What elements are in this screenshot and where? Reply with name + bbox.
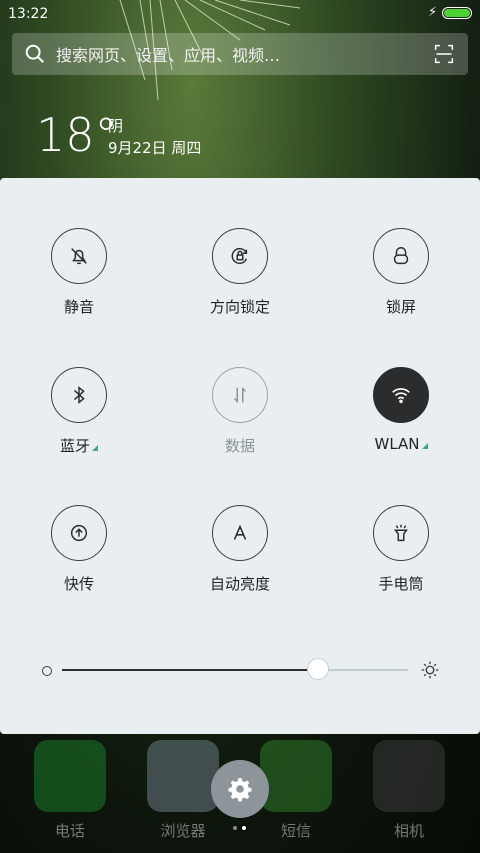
app-phone[interactable]: 电话 [30, 740, 110, 841]
app-sms-label: 短信 [280, 822, 311, 840]
tile-mute[interactable]: 静音 [24, 228, 134, 317]
tile-auto-brightness-button[interactable] [212, 505, 268, 561]
scan-icon[interactable] [434, 44, 454, 64]
tile-lock-screen-label: 锁屏 [385, 298, 416, 316]
brightness-slider-fill [62, 669, 319, 671]
tile-lock-screen-button[interactable] [373, 228, 429, 284]
message-icon[interactable] [260, 740, 332, 812]
gear-icon [228, 778, 252, 802]
transfer-icon [70, 524, 88, 542]
search-icon [25, 44, 44, 63]
tile-rotation-lock-button[interactable] [212, 228, 268, 284]
app-browser-label: 浏览器 [160, 822, 206, 840]
page-indicator [233, 826, 247, 830]
battery-icon [442, 7, 472, 19]
tile-wlan-button[interactable] [373, 367, 429, 423]
battery-fill [444, 9, 470, 17]
weather-condition: 阴 [108, 117, 124, 135]
tile-transfer-button[interactable] [51, 505, 107, 561]
tile-mobile-data-label: 数据 [224, 437, 255, 455]
search-bar[interactable]: 搜索网页、设置、应用、视频… [12, 33, 468, 75]
camera-icon[interactable] [373, 740, 445, 812]
weather-temperature: 18° [36, 108, 118, 162]
flashlight-icon [394, 524, 408, 542]
settings-button[interactable] [211, 760, 269, 818]
quick-settings-panel: 静音 方向锁定 锁屏 蓝牙 数据 WLAN 快传 自动亮度 手电筒 [0, 178, 480, 734]
tile-flashlight[interactable]: 手电筒 [346, 505, 456, 594]
tile-transfer-label: 快传 [63, 575, 94, 593]
lock-icon [393, 247, 409, 265]
tile-transfer[interactable]: 快传 [24, 505, 134, 594]
auto-brightness-icon [233, 524, 247, 540]
tile-bluetooth-button[interactable] [51, 367, 107, 423]
rotation-lock-icon [231, 247, 248, 265]
bell-off-icon [71, 248, 87, 265]
more-options-indicator [92, 445, 98, 451]
data-icon [233, 386, 247, 404]
more-options-indicator [421, 443, 428, 449]
brightness-low-icon [42, 666, 52, 676]
tile-bluetooth[interactable]: 蓝牙 [24, 367, 134, 456]
app-camera[interactable]: 相机 [369, 740, 449, 841]
bolt-icon: ⚡ [428, 5, 438, 20]
page-dot [233, 826, 237, 830]
tile-mute-label: 静音 [63, 298, 94, 316]
tile-flashlight-label: 手电筒 [378, 575, 424, 593]
tile-mobile-data[interactable]: 数据 [185, 367, 295, 456]
tile-wlan-label: WLAN [346, 435, 456, 453]
tile-auto-brightness[interactable]: 自动亮度 [185, 505, 295, 594]
bluetooth-icon [73, 386, 85, 404]
app-camera-label: 相机 [393, 822, 424, 840]
tile-wlan[interactable]: WLAN [346, 367, 456, 453]
phone-icon[interactable] [34, 740, 106, 812]
page-dot [242, 826, 246, 830]
weather-date: 9月22日 周四 [108, 139, 202, 157]
brightness-slider[interactable] [62, 658, 408, 680]
tile-rotation-lock[interactable]: 方向锁定 [185, 228, 295, 317]
browser-icon[interactable] [147, 740, 219, 812]
status-time: 13:22 [8, 6, 49, 22]
tile-flashlight-button[interactable] [373, 505, 429, 561]
search-input[interactable]: 搜索网页、设置、应用、视频… [56, 42, 434, 66]
app-phone-label: 电话 [54, 822, 85, 840]
tile-lock-screen[interactable]: 锁屏 [346, 228, 456, 317]
tile-bluetooth-label: 蓝牙 [24, 435, 134, 456]
wifi-icon [392, 388, 410, 404]
tile-mute-button[interactable] [51, 228, 107, 284]
tile-mobile-data-button[interactable] [212, 367, 268, 423]
tile-auto-brightness-label: 自动亮度 [209, 575, 270, 593]
brightness-high-icon [421, 661, 439, 679]
status-bar: 13:22 ⚡ [0, 0, 480, 28]
brightness-slider-thumb[interactable] [307, 658, 330, 680]
tile-rotation-lock-label: 方向锁定 [209, 298, 270, 316]
